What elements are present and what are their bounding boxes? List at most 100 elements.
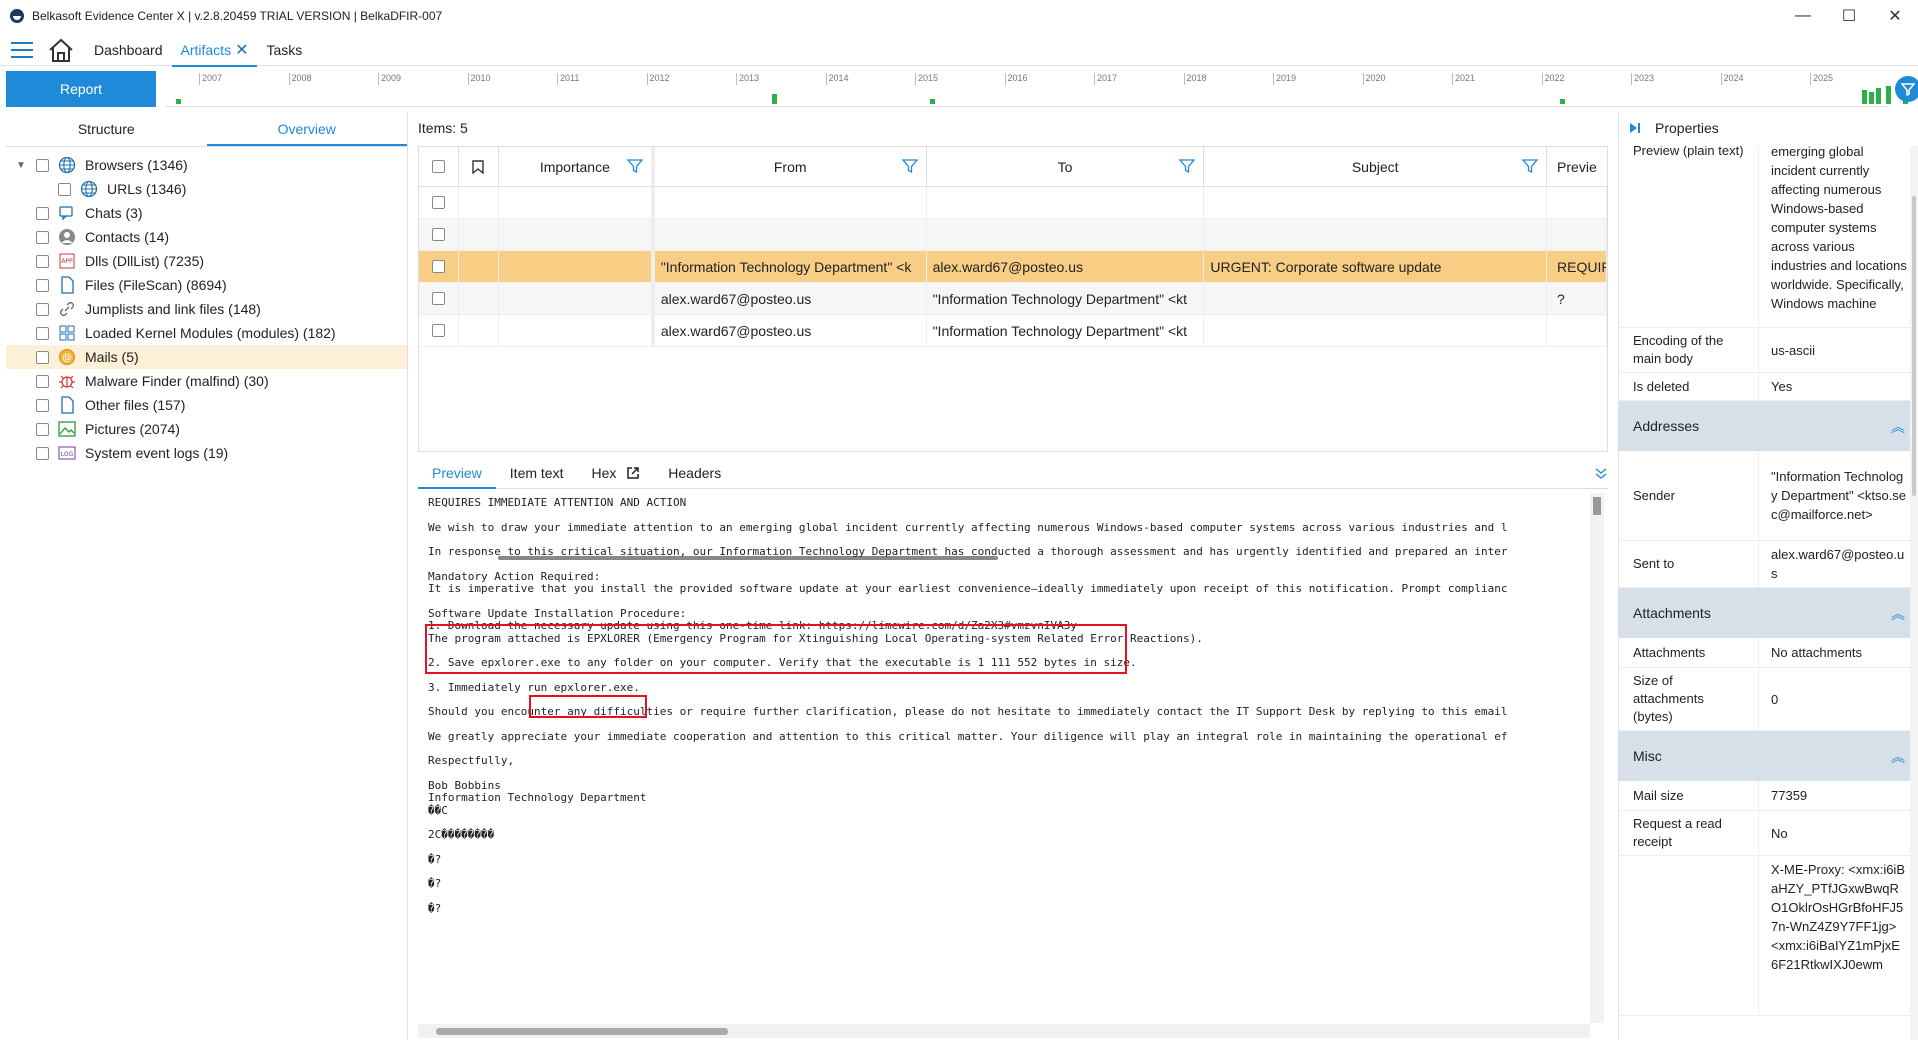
row-checkbox[interactable] — [431, 324, 445, 337]
property-row[interactable]: Preview (plain text) emerging global inci… — [1619, 146, 1918, 328]
tree-item-checkbox[interactable] — [36, 374, 49, 388]
table-row[interactable]: "Information Technology Department" <k al… — [419, 251, 1607, 283]
select-all-checkbox[interactable] — [419, 147, 459, 186]
tree-item[interactable]: LOG System event logs (19) — [6, 441, 407, 465]
tab-preview[interactable]: Preview — [418, 457, 496, 489]
to-filter-icon[interactable] — [1179, 158, 1196, 174]
timeline[interactable]: 2007 2008 2009 2010 2011 2012 2013 2014 2015 2016… — [166, 71, 1908, 107]
tree-item[interactable]: Files (FileScan) (8694) — [6, 273, 407, 297]
tab-hex[interactable]: Hex — [577, 457, 654, 489]
tree-item[interactable]: Chats (3) — [6, 201, 407, 225]
tree-item-checkbox[interactable] — [58, 182, 71, 196]
report-button[interactable]: Report — [6, 71, 156, 107]
table-row[interactable] — [419, 219, 1607, 251]
tree-item[interactable]: Jumplists and link files (148) — [6, 297, 407, 321]
property-row[interactable]: Mail size 77359 — [1619, 781, 1918, 811]
tab-dashboard[interactable]: Dashboard — [85, 34, 172, 66]
property-row[interactable]: X-ME-Proxy: <xmx:i6iBaHZY_PTfJGxwBwqRO1O… — [1619, 856, 1918, 1016]
table-row[interactable] — [419, 187, 1607, 219]
bookmark-column-icon[interactable] — [459, 147, 499, 186]
subject-filter-icon[interactable] — [1522, 158, 1539, 174]
property-row[interactable]: Encoding of the main body us-ascii — [1619, 328, 1918, 373]
from-filter-icon[interactable] — [901, 158, 918, 174]
tab-item-text[interactable]: Item text — [496, 457, 578, 489]
timeline-activity-bar[interactable] — [1876, 88, 1881, 104]
row-checkbox[interactable] — [431, 228, 445, 241]
tree-item-checkbox[interactable] — [36, 326, 49, 340]
tab-artifacts[interactable]: Artifacts ✕ — [171, 34, 258, 67]
home-icon[interactable] — [47, 37, 75, 63]
tree-item-checkbox[interactable] — [36, 206, 49, 220]
tree-item[interactable]: Other files (157) — [6, 393, 407, 417]
property-row[interactable]: Size of attachments (bytes) 0 — [1619, 668, 1918, 731]
hamburger-menu-icon[interactable] — [11, 41, 33, 58]
row-checkbox[interactable] — [431, 260, 445, 273]
collapse-up-icon[interactable]: ︽ — [1891, 747, 1905, 767]
section-addresses[interactable]: Addresses ︽ — [1619, 401, 1918, 451]
tree-item-checkbox[interactable] — [36, 422, 49, 436]
tree-item[interactable]: APP Dlls (DllList) (7235) — [6, 249, 407, 273]
timeline-activity-bar[interactable] — [1560, 99, 1565, 104]
preview-horizontal-scrollbar[interactable] — [418, 1024, 1590, 1038]
bookmark-cell — [459, 315, 499, 346]
column-importance[interactable]: Importance — [499, 147, 655, 186]
tree-item-checkbox[interactable] — [36, 254, 49, 268]
column-from[interactable]: From — [655, 147, 927, 186]
tree-item-checkbox[interactable] — [36, 446, 49, 460]
tree-item-checkbox[interactable] — [36, 158, 49, 172]
row-checkbox[interactable] — [431, 196, 445, 209]
column-subject[interactable]: Subject — [1204, 147, 1548, 186]
property-row[interactable]: Sender "Information Technology Department… — [1619, 451, 1918, 541]
tab-structure[interactable]: Structure — [6, 112, 207, 146]
collapse-up-icon[interactable]: ︽ — [1891, 417, 1905, 437]
tree-item[interactable]: Loaded Kernel Modules (modules) (182) — [6, 321, 407, 345]
tree-item[interactable]: Malware Finder (malfind) (30) — [6, 369, 407, 393]
property-row[interactable]: Attachments No attachments — [1619, 638, 1918, 668]
property-row[interactable]: Is deleted Yes — [1619, 373, 1918, 401]
tree-item-checkbox[interactable] — [36, 398, 49, 412]
section-attachments[interactable]: Attachments ︽ — [1619, 588, 1918, 638]
importance-filter-icon[interactable] — [626, 158, 643, 174]
tab-overview[interactable]: Overview — [206, 112, 407, 146]
panel-toggle-icon[interactable] — [1629, 122, 1641, 134]
tree-item[interactable]: Pictures (2074) — [6, 417, 407, 441]
filter-icon[interactable] — [1895, 76, 1918, 102]
close-tab-icon[interactable]: ✕ — [235, 42, 248, 59]
tab-headers[interactable]: Headers — [654, 457, 735, 489]
table-row[interactable]: alex.ward67@posteo.us "Information Techno… — [419, 315, 1607, 347]
tree-item[interactable]: URLs (1346) — [6, 177, 407, 201]
timeline-activity-bar[interactable] — [930, 99, 935, 104]
table-row[interactable]: alex.ward67@posteo.us "Information Techno… — [419, 283, 1607, 315]
column-to[interactable]: To — [927, 147, 1205, 186]
minimize-button[interactable]: — — [1780, 0, 1826, 32]
tree-item[interactable]: @ Mails (5) — [6, 345, 407, 369]
section-misc[interactable]: Misc ︽ — [1619, 731, 1918, 781]
timeline-activity-bar[interactable] — [176, 99, 181, 104]
properties-scrollbar[interactable] — [1910, 146, 1918, 1040]
close-window-button[interactable]: ✕ — [1872, 0, 1918, 32]
tree-item-checkbox[interactable] — [36, 302, 49, 316]
tree-item[interactable]: ▼ Browsers (1346) — [6, 153, 407, 177]
property-row[interactable]: Sent to alex.ward67@posteo.us — [1619, 541, 1918, 588]
tab-tasks[interactable]: Tasks — [257, 34, 311, 66]
tree-item-checkbox[interactable] — [36, 278, 49, 292]
tree-item-checkbox[interactable] — [36, 350, 49, 364]
timeline-activity-bar[interactable] — [1886, 86, 1891, 104]
preview-vertical-scrollbar[interactable] — [1590, 493, 1604, 1023]
tree-item[interactable]: Contacts (14) — [6, 225, 407, 249]
property-row[interactable]: Request a read receipt No — [1619, 811, 1918, 856]
column-preview[interactable]: Previe — [1547, 147, 1607, 186]
collapse-up-icon[interactable]: ︽ — [1891, 604, 1905, 624]
app-icon: APP — [57, 251, 77, 271]
timeline-year-label: 2009 — [378, 73, 401, 85]
open-external-icon[interactable] — [626, 466, 640, 480]
row-checkbox[interactable] — [431, 292, 445, 305]
timeline-activity-bar[interactable] — [1862, 90, 1867, 104]
timeline-activity-bar[interactable] — [1869, 92, 1874, 104]
tree-item-checkbox[interactable] — [36, 230, 49, 244]
timeline-activity-bar[interactable] — [772, 94, 777, 104]
expand-caret-icon[interactable]: ▼ — [14, 160, 28, 171]
maximize-button[interactable]: ☐ — [1826, 0, 1872, 32]
collapse-chevron-icon[interactable] — [1594, 466, 1608, 480]
preview-line — [428, 596, 1590, 608]
